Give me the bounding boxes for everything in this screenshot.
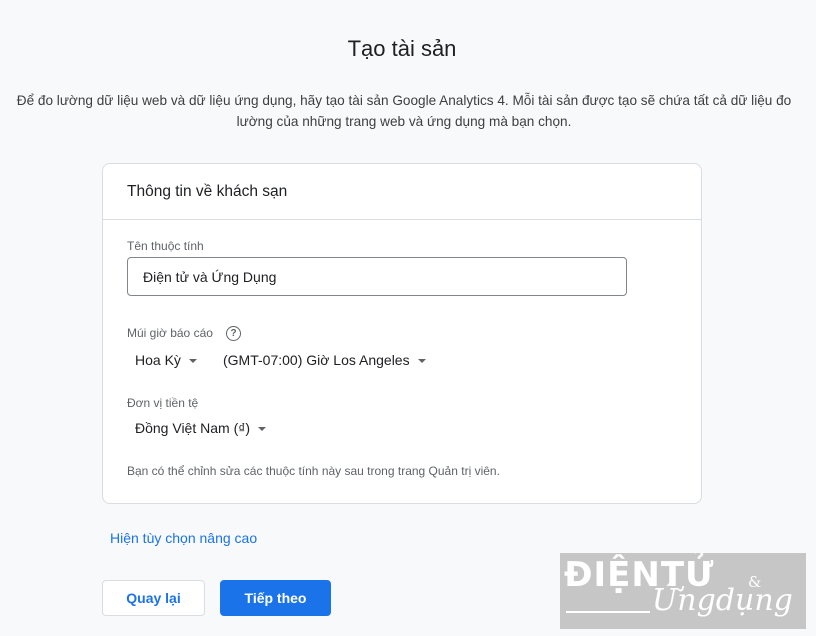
watermark-line2: Ứngdụng xyxy=(652,583,793,618)
create-property-page: Tạo tài sản Để đo lường dữ liệu web và d… xyxy=(0,0,816,636)
watermark-logo: ĐIỆNTỬ & Ứngdụng xyxy=(560,553,806,629)
property-name-input[interactable] xyxy=(127,257,627,296)
edit-later-note: Bạn có thể chỉnh sửa các thuộc tính này … xyxy=(127,464,500,478)
page-description: Để đo lường dữ liệu web và dữ liệu ứng d… xyxy=(16,93,792,129)
help-circle-icon[interactable]: ? xyxy=(226,326,241,341)
caret-down-icon xyxy=(417,358,426,363)
timezone-country-value: Hoa Kỳ xyxy=(135,352,181,368)
back-button[interactable]: Quay lại xyxy=(102,580,205,616)
property-details-card: Thông tin về khách sạn Tên thuộc tính Mú… xyxy=(102,163,702,504)
currency-value: Đồng Việt Nam (₫) xyxy=(135,420,251,436)
card-header: Thông tin về khách sạn xyxy=(103,164,701,220)
show-advanced-options-link[interactable]: Hiện tùy chọn nâng cao xyxy=(110,530,257,546)
caret-down-icon xyxy=(188,358,197,363)
page-title: Tạo tài sản xyxy=(347,36,457,61)
property-name-label: Tên thuộc tính xyxy=(127,239,204,253)
currency-select[interactable]: Đồng Việt Nam (₫) xyxy=(135,420,267,436)
timezone-zone-value: (GMT-07:00) Giờ Los Angeles xyxy=(223,352,410,368)
timezone-country-select[interactable]: Hoa Kỳ xyxy=(135,352,197,368)
caret-down-icon xyxy=(258,426,267,431)
watermark-rule xyxy=(566,611,650,613)
currency-label: Đơn vị tiền tệ xyxy=(127,396,199,410)
timezone-zone-select[interactable]: (GMT-07:00) Giờ Los Angeles xyxy=(223,352,426,368)
next-button[interactable]: Tiếp theo xyxy=(220,580,331,616)
timezone-label: Múi giờ báo cáo xyxy=(127,326,213,340)
